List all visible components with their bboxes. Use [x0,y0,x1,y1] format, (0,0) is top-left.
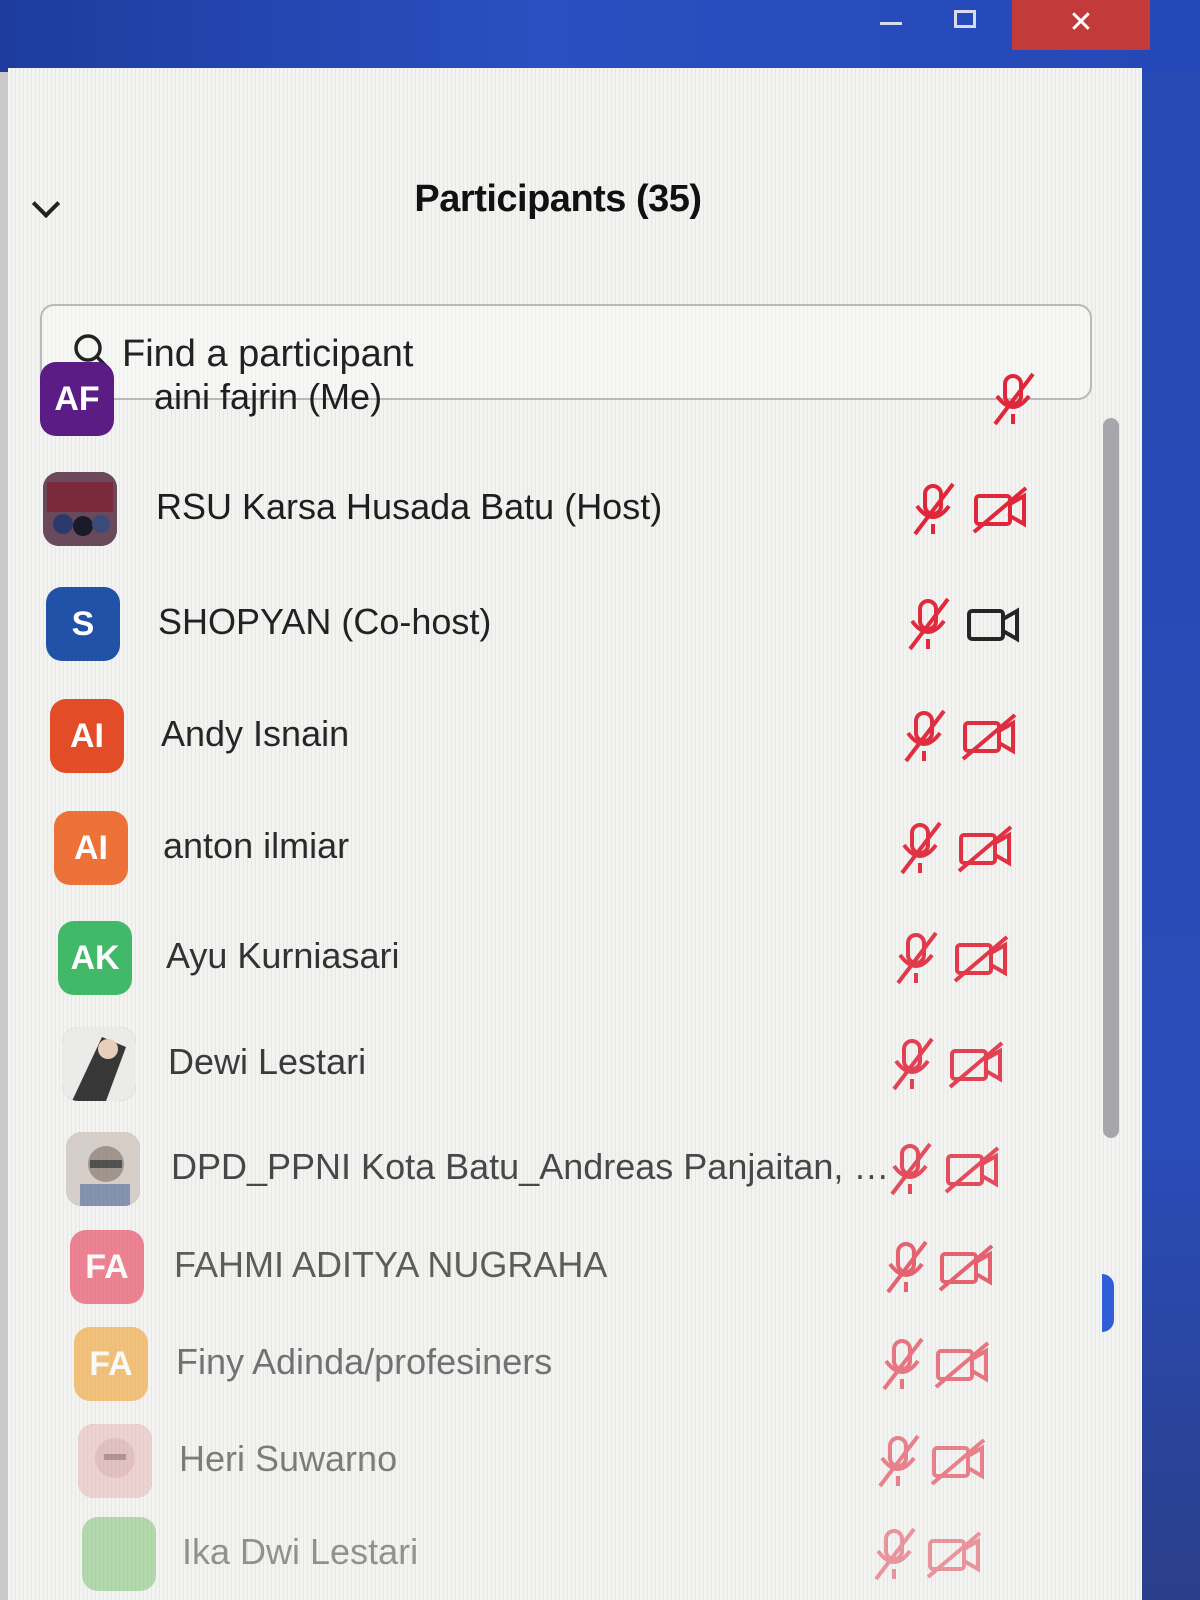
video-off-icon[interactable] [970,478,1032,540]
mic-muted-icon[interactable] [864,1523,926,1585]
avatar: AI [54,811,128,885]
window-left-edge [0,72,8,1600]
participant-name: aini fajrin (Me) [154,376,383,417]
participant-row[interactable]: AF aini fajrin (Me) [8,348,1098,448]
video-off-icon[interactable] [951,927,1013,989]
video-off-icon[interactable] [932,1333,994,1395]
maximize-button[interactable] [940,0,990,50]
participant-row[interactable]: Ika Dwi Lestari [8,1503,1098,1600]
avatar-initials: AI [70,717,104,755]
video-off-icon[interactable] [959,705,1021,767]
video-off-icon[interactable] [955,817,1017,879]
mic-muted-icon[interactable] [983,368,1045,430]
participant-row[interactable]: S SHOPYAN (Co-host) [8,573,1098,673]
participant-row[interactable]: AI Andy Isnain [8,685,1098,785]
participant-name: SHOPYAN (Co-host) [158,601,492,642]
participant-row[interactable]: DPD_PPNI Kota Batu_Andreas Panjaitan, S.… [8,1118,1098,1218]
video-off-icon[interactable] [942,1138,1004,1200]
video-off-icon[interactable] [936,1236,998,1298]
avatar-photo [43,472,117,546]
avatar-initials: AI [74,829,108,867]
background-window-edge [1142,72,1200,1600]
participant-row[interactable]: AK Ayu Kurniasari [8,907,1098,1007]
avatar-initials: AF [54,380,100,418]
video-off-icon[interactable] [924,1523,986,1585]
mic-muted-icon[interactable] [872,1333,934,1395]
participant-row[interactable]: Heri Suwarno [8,1410,1098,1510]
mic-muted-icon[interactable] [903,478,965,540]
avatar: FA [70,1230,144,1304]
participant-name: Ika Dwi Lestari [182,1531,419,1572]
avatar [82,1517,156,1591]
avatar: AI [50,699,124,773]
participant-row[interactable]: RSU Karsa Husada Batu (Host) [8,458,1098,558]
avatar-initials: FA [85,1248,129,1286]
mic-muted-icon[interactable] [880,1138,942,1200]
participant-name: Ayu Kurniasari [166,935,400,976]
avatar-photo [66,1132,140,1206]
close-button[interactable]: ✕ [1012,0,1150,50]
participants-panel: Participants (35) AF aini fajrin (Me) RSU … [8,68,1142,1600]
avatar [66,1132,140,1206]
participant-name: anton ilmiar [163,825,350,866]
mic-muted-icon[interactable] [868,1430,930,1492]
participant-name: RSU Karsa Husada Batu (Host) [156,486,663,527]
avatar [43,472,117,546]
participant-name: Dewi Lestari [168,1041,367,1082]
avatar [62,1027,136,1101]
mic-muted-icon[interactable] [876,1236,938,1298]
avatar [78,1424,152,1498]
mic-muted-icon[interactable] [886,927,948,989]
avatar: AF [40,362,114,436]
avatar-photo [78,1424,152,1498]
video-off-icon[interactable] [946,1033,1008,1095]
avatar-photo [62,1027,136,1101]
panel-title: Participants (35) [414,178,702,220]
close-icon: ✕ [1068,6,1094,39]
window-titlebar: ✕ [0,0,1200,72]
avatar-initials: FA [89,1345,133,1383]
mic-muted-icon[interactable] [894,705,956,767]
participant-row[interactable]: FA FAHMI ADITYA NUGRAHA [8,1216,1098,1316]
mic-muted-icon[interactable] [882,1033,944,1095]
participant-name: FAHMI ADITYA NUGRAHA [174,1244,608,1285]
mic-muted-icon[interactable] [898,593,960,655]
participant-name: Heri Suwarno [179,1438,398,1479]
background-window-handle [1102,1274,1114,1332]
avatar: FA [74,1327,148,1401]
mic-muted-icon[interactable] [890,817,952,879]
participant-row[interactable]: FA Finy Adinda/profesiners [8,1313,1098,1413]
minimize-button[interactable] [870,0,910,50]
scrollbar-thumb[interactable] [1103,418,1119,1138]
video-on-icon[interactable] [963,593,1025,655]
avatar-initials: AK [70,939,120,977]
video-off-icon[interactable] [928,1430,990,1492]
participant-name: DPD_PPNI Kota Batu_Andreas Panjaitan, S.… [171,1146,891,1187]
avatar-initials: S [71,605,95,643]
avatar: S [46,587,120,661]
participant-row[interactable]: Dewi Lestari [8,1013,1098,1113]
participant-name: Andy Isnain [161,713,350,754]
avatar: AK [58,921,132,995]
participant-row[interactable]: AI anton ilmiar [8,797,1098,897]
participant-name: Finy Adinda/profesiners [176,1341,553,1382]
